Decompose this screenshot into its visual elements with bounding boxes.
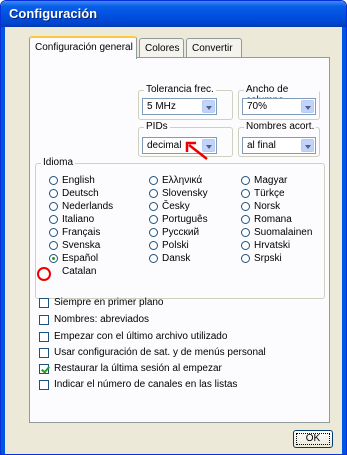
radio-circle[interactable] xyxy=(241,176,250,185)
radio-label: Türkçe xyxy=(254,188,285,199)
radio-circle[interactable] xyxy=(241,202,250,211)
radio-label: Norsk xyxy=(254,201,281,212)
checkbox[interactable] xyxy=(39,315,49,325)
pids-label: PIDs xyxy=(144,121,170,132)
radio-circle[interactable] xyxy=(241,254,250,263)
radio-label: Slovensky xyxy=(162,188,208,199)
radio-circle[interactable] xyxy=(241,189,250,198)
idioma-label: Idioma xyxy=(41,157,76,168)
tolerancia-select[interactable]: 5 MHz xyxy=(142,98,217,115)
window-title: Configuración xyxy=(9,6,98,21)
radio-circle[interactable] xyxy=(49,228,58,237)
title-bar[interactable]: Configuración xyxy=(1,1,346,27)
red-arrow-icon xyxy=(185,141,208,160)
option-label: Indicar el número de canales en las list… xyxy=(54,379,238,390)
radio-circle[interactable] xyxy=(149,228,158,237)
radio-label: Romana xyxy=(254,214,292,225)
radio-circle[interactable] xyxy=(149,241,158,250)
option-label: Restaurar la última sesión al empezar xyxy=(54,363,222,374)
window-frame-left xyxy=(1,27,5,454)
radio-circle[interactable] xyxy=(49,202,58,211)
radio-circle[interactable] xyxy=(241,215,250,224)
tolerancia-label: Tolerancia frec. xyxy=(144,84,216,95)
radio-label: Français xyxy=(62,227,101,238)
radio-circle[interactable] xyxy=(49,189,58,198)
tab-label: Colores xyxy=(145,43,180,54)
radio-label: Catalan xyxy=(62,266,97,277)
radio-circle[interactable] xyxy=(149,254,158,263)
radio-circle[interactable] xyxy=(241,228,250,237)
radio-label: Deutsch xyxy=(62,188,99,199)
tolerancia-value: 5 MHz xyxy=(147,101,176,112)
tab-label: Convertir xyxy=(192,43,233,54)
tab-configuracion-general[interactable]: Configuración general xyxy=(29,36,137,59)
ancho-value: 70% xyxy=(247,101,268,112)
radio-label: Česky xyxy=(162,201,190,212)
radio-circle[interactable] xyxy=(49,241,58,250)
radio-label: English xyxy=(62,175,95,186)
radio-circle[interactable] xyxy=(241,241,250,250)
ancho-select[interactable]: 70% xyxy=(242,98,316,115)
radio-label: Русский xyxy=(162,227,200,238)
nombres-label: Nombres acort. xyxy=(244,121,317,132)
radio-circle[interactable] xyxy=(149,176,158,185)
radio-label: Português xyxy=(162,214,208,225)
nombres-value: al final xyxy=(247,140,276,151)
radio-label: Italiano xyxy=(62,214,95,225)
red-circle-icon xyxy=(37,267,51,281)
checkbox[interactable] xyxy=(39,298,49,308)
ok-button-label: OK xyxy=(305,433,321,444)
checkbox[interactable] xyxy=(39,348,49,358)
radio-circle[interactable] xyxy=(149,189,158,198)
radio-circle-selected[interactable] xyxy=(49,254,58,263)
radio-label: Dansk xyxy=(162,253,191,264)
radio-label: Svenska xyxy=(62,240,101,251)
option-label: Nombres: abreviados xyxy=(54,314,150,325)
nombres-select[interactable]: al final xyxy=(242,137,316,154)
pids-value: decimal xyxy=(147,140,182,151)
option-label: Usar configuración de sat. y de menús pe… xyxy=(54,347,266,358)
option-label: Siempre en primer plano xyxy=(54,297,164,308)
radio-circle[interactable] xyxy=(49,176,58,185)
radio-label: Srpski xyxy=(254,253,282,264)
checkbox[interactable] xyxy=(39,332,49,342)
chevron-down-icon[interactable] xyxy=(301,139,314,152)
ok-button[interactable]: OK xyxy=(293,430,333,448)
checkbox[interactable] xyxy=(39,380,49,390)
radio-circle[interactable] xyxy=(149,215,158,224)
radio-label: Polski xyxy=(162,240,189,251)
chevron-down-icon[interactable] xyxy=(202,100,215,113)
option-label: Empezar con el último archivo utilizado xyxy=(54,331,228,342)
radio-label: Magyar xyxy=(254,175,288,186)
tab-convertir[interactable]: Convertir xyxy=(186,38,242,58)
radio-circle[interactable] xyxy=(149,202,158,211)
radio-label: Ελληνικά xyxy=(162,175,203,186)
checkbox-checked[interactable] xyxy=(39,364,49,374)
radio-circle[interactable] xyxy=(49,215,58,224)
tab-colores[interactable]: Colores xyxy=(139,38,184,58)
configuration-dialog: Configuración Configuración general Colo… xyxy=(0,0,347,455)
radio-label: Suomalainen xyxy=(254,227,313,238)
radio-label: Español xyxy=(62,253,99,264)
window-frame-right xyxy=(342,27,346,454)
tab-label: Configuración general xyxy=(35,42,133,53)
radio-label: Nederlands xyxy=(62,201,114,212)
radio-label: Hrvatski xyxy=(254,240,291,251)
chevron-down-icon[interactable] xyxy=(301,100,314,113)
